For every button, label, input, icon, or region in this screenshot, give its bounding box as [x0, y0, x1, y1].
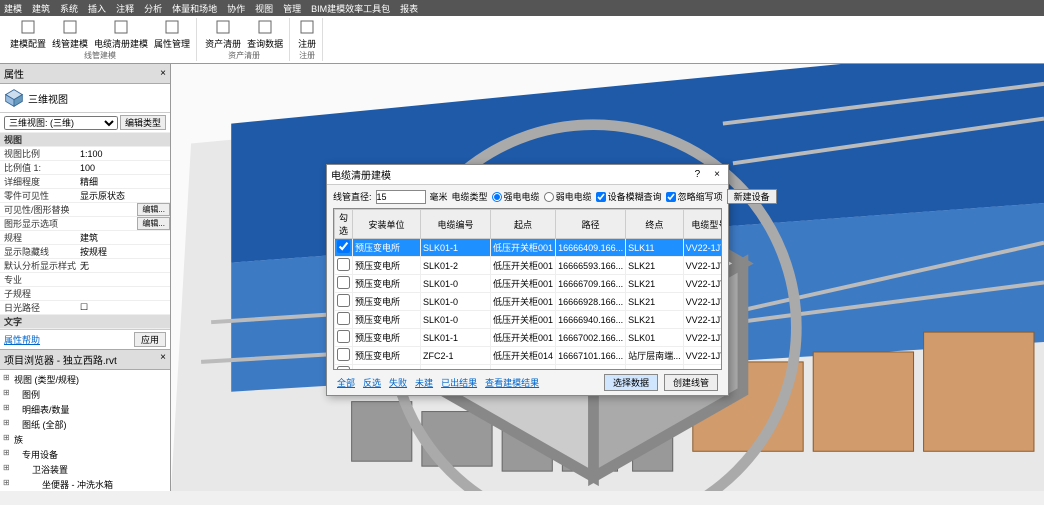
ribbon-建模配置[interactable]: 建模配置 [10, 19, 46, 50]
prop-规程[interactable]: 规程建筑 [0, 231, 170, 245]
prop-专业[interactable]: 专业 [0, 273, 170, 287]
ribbon-属性管理[interactable]: 属性管理 [154, 19, 190, 50]
properties-title-text: 属性 [4, 66, 24, 81]
close-icon[interactable]: × [710, 169, 724, 180]
menu-报表[interactable]: 报表 [400, 2, 418, 15]
prop-默认分析显示样式[interactable]: 默认分析显示样式无 [0, 259, 170, 273]
ribbon-注册[interactable]: 注册 [298, 19, 316, 50]
table-header: 勾选安装单位电缆编号起点路径终点电缆型号规格 [335, 210, 723, 239]
menu-插入[interactable]: 插入 [88, 2, 106, 15]
prop-日光路径[interactable]: 日光路径☐ [0, 301, 170, 315]
menu-视图[interactable]: 视图 [255, 2, 273, 15]
prop-图形显示选项[interactable]: 图形显示选项编辑... [0, 217, 170, 231]
menu-体量和场地[interactable]: 体量和场地 [172, 2, 217, 15]
dialog-title: 电缆清册建模 [331, 167, 391, 182]
close-icon[interactable]: × [160, 68, 166, 79]
cable-table[interactable]: 勾选安装单位电缆编号起点路径终点电缆型号规格预压变电所SLK01-1低压开关柜0… [333, 208, 722, 370]
tree-node[interactable]: 视图 (类型/规程) [2, 372, 168, 387]
menu-管理[interactable]: 管理 [283, 2, 301, 15]
tree-node[interactable]: 专用设备 [2, 447, 168, 462]
menu-BIM建模效率工具包[interactable]: BIM建模效率工具包 [311, 2, 390, 15]
apply-button[interactable]: 应用 [134, 332, 166, 347]
table-row[interactable]: 预压变电所SLK01-2低压开关柜00116666593.166...SLK21… [335, 257, 723, 275]
project-browser-tree: 视图 (类型/规程)图例明细表/数量图纸 (全部)族专用设备卫浴装置坐便器 - … [0, 370, 170, 491]
ribbon-线管建模[interactable]: 线管建模 [52, 19, 88, 50]
cable-type-label: 电缆类型 [452, 190, 488, 203]
table-row[interactable]: 预压变电所SLK01-0低压开关柜00116666928.166...SLK21… [335, 293, 723, 311]
table-row[interactable]: 预压变电所ZFC2-1低压开关柜01416667101.166...站厅层南端.… [335, 347, 723, 365]
prop-视图比例[interactable]: 视图比例1:100 [0, 147, 170, 161]
menu-协作[interactable]: 协作 [227, 2, 245, 15]
table-row[interactable]: 预压变电所SLK01-1低压开关柜00116666409.166...SLK11… [335, 239, 723, 257]
table-row[interactable]: 预压变电所SLK01-0低压开关柜00116666940.166...SLK21… [335, 311, 723, 329]
project-browser-title: 项目浏览器 - 独立西路.rvt × [0, 349, 170, 370]
table-row[interactable]: 预压变电所SLK01-1低压开关柜00116667002.166...SLK01… [335, 329, 723, 347]
menu-系统[interactable]: 系统 [60, 2, 78, 15]
prop-显示隐藏线[interactable]: 显示隐藏线按规程 [0, 245, 170, 259]
prop-零件可见性[interactable]: 零件可见性显示原状态 [0, 189, 170, 203]
link-查看建模结果[interactable]: 查看建模结果 [485, 376, 539, 389]
radio-power[interactable]: 强电电缆 [492, 190, 540, 203]
link-失败[interactable]: 失败 [389, 376, 407, 389]
new-device-button[interactable]: 新建设备 [727, 189, 777, 204]
close-icon[interactable]: × [160, 352, 166, 367]
pipe-diameter-label: 线管直径: [333, 190, 372, 203]
tree-node[interactable]: 卫浴装置 [2, 462, 168, 477]
prop-可见性/图形替换[interactable]: 可见性/图形替换编辑... [0, 203, 170, 217]
ribbon: 建模配置线管建模电缆清册建模属性管理线管建模资产清册查询数据资产清册注册注册 [0, 16, 1044, 64]
chk-ignore-abbr[interactable]: 忽略缩写项 [666, 190, 723, 203]
menu-建筑[interactable]: 建筑 [32, 2, 50, 15]
properties-title: 属性 × [0, 64, 170, 84]
link-全部[interactable]: 全部 [337, 376, 355, 389]
dialog-titlebar[interactable]: 电缆清册建模 ? × [327, 165, 728, 185]
tree-node[interactable]: 图例 [2, 387, 168, 402]
create-pipe-button[interactable]: 创建线管 [664, 374, 718, 391]
unit-label: 毫米 [430, 190, 448, 203]
cable-dialog: 电缆清册建模 ? × 线管直径: 毫米 电缆类型 强电电缆 弱电电缆 设备模糊查… [326, 164, 729, 396]
tree-node[interactable]: 明细表/数量 [2, 402, 168, 417]
properties-help-link[interactable]: 属性帮助 [4, 333, 40, 346]
menu-注释[interactable]: 注释 [116, 2, 134, 15]
prop-详细程度[interactable]: 详细程度精细 [0, 175, 170, 189]
dialog-links: 全部反选失败未建已出结果查看建模结果 [337, 376, 539, 389]
tree-node[interactable]: 族 [2, 432, 168, 447]
type-selector[interactable]: 三维视图: (三维) [4, 116, 118, 130]
edit-type-button[interactable]: 编辑类型 [120, 115, 166, 130]
help-icon[interactable]: ? [691, 169, 705, 180]
ribbon-资产清册[interactable]: 资产清册 [205, 19, 241, 50]
properties-grid: 视图视图比例1:100比例值 1:100详细程度精细零件可见性显示原状态可见性/… [0, 133, 170, 329]
chk-device-fuzzy[interactable]: 设备模糊查询 [596, 190, 662, 203]
pipe-diameter-input[interactable] [376, 190, 426, 204]
table-row[interactable]: 预压变电所SLK01-0低压开关柜00116666709.166...SLK21… [335, 275, 723, 293]
ribbon-电缆清册建模[interactable]: 电缆清册建模 [94, 19, 148, 50]
cube-icon [4, 88, 24, 108]
tree-node[interactable]: 坐便器 - 冲洗水箱 [2, 477, 168, 491]
link-反选[interactable]: 反选 [363, 376, 381, 389]
left-palette: 属性 × 三维视图 三维视图: (三维) 编辑类型 视图视图比例1:100比例值… [0, 64, 171, 491]
ribbon-查询数据[interactable]: 查询数据 [247, 19, 283, 50]
prop-子规程[interactable]: 子规程 [0, 287, 170, 301]
menubar: 建模建筑系统插入注释分析体量和场地协作视图管理 BIM建模效率工具包报表 [0, 0, 1044, 16]
menu-建模[interactable]: 建模 [4, 2, 22, 15]
prop-比例值 1:[interactable]: 比例值 1:100 [0, 161, 170, 175]
view-name: 三维视图 [28, 91, 68, 106]
link-未建[interactable]: 未建 [415, 376, 433, 389]
tree-node[interactable]: 图纸 (全部) [2, 417, 168, 432]
menu-分析[interactable]: 分析 [144, 2, 162, 15]
link-已出结果[interactable]: 已出结果 [441, 376, 477, 389]
select-data-button[interactable]: 选择数据 [604, 374, 658, 391]
radio-weak[interactable]: 弱电电缆 [544, 190, 592, 203]
properties-view-header: 三维视图 [0, 84, 170, 113]
